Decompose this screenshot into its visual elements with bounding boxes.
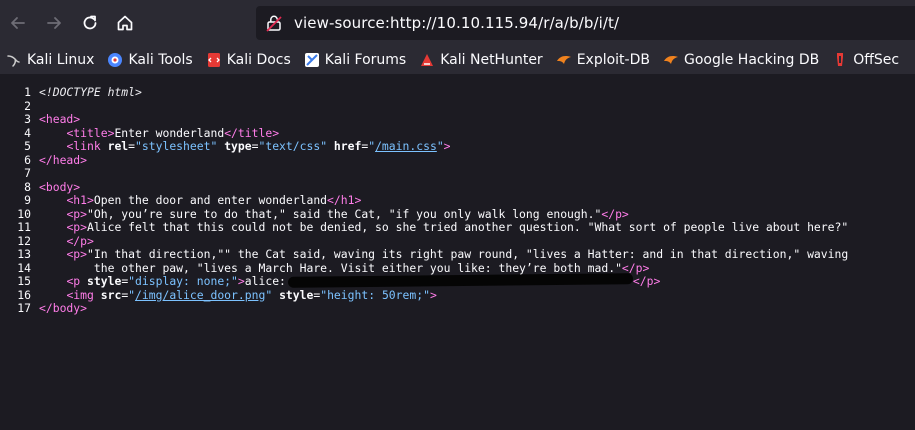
bookmark-kali-linux[interactable]: Kali Linux [6,52,94,68]
back-arrow-icon [11,17,25,29]
source-line: 10 <p>"Oh, you’re sure to do that," said… [17,206,629,221]
bookmark-kali-docs[interactable]: Kali Docs [206,52,291,68]
forward-button[interactable] [40,9,68,37]
bookmarks-toolbar: Kali Linux Kali Tools Kali Docs Kali For… [0,46,915,74]
kali-forums-icon [304,53,319,67]
image-link[interactable]: /img/alice_door.png [135,288,265,302]
kali-nethunter-icon [421,54,434,66]
source-line-wrap: 14 the other paw, "lives a March Hare. V… [17,260,650,275]
bookmark-kali-nethunter[interactable]: Kali NetHunter [419,52,543,68]
source-line: 1 <!DOCTYPE html> [24,85,142,99]
source-line: 2 [24,98,31,113]
source-line: 8 <body> [24,179,81,194]
home-button[interactable] [111,9,139,37]
ghdb-icon [663,56,678,64]
bookmark-kali-forums[interactable]: Kali Forums [304,52,406,68]
reload-icon [83,15,97,30]
bookmark-google-hacking-db[interactable]: Google Hacking DB [663,52,819,68]
source-line: 7 [24,166,31,180]
back-button[interactable] [4,9,32,37]
source-line: 5 <link rel="stylesheet" type="text/css"… [24,139,451,153]
kali-docs-icon [207,53,220,67]
bookmark-kali-tools[interactable]: Kali Tools [107,52,193,68]
source-line: 17 </body> [17,301,88,315]
forward-arrow-icon [47,17,61,29]
insecure-lock-icon [266,15,282,32]
source-line: 15 <p style="display: none;">alice: </p> [17,273,661,288]
source-line: 9 <h1>Open the door and enter wonderland… [24,193,362,207]
url-text: view-source:http://10.10.115.94/r/a/b/b/… [294,14,620,32]
source-line: 3 <head> [24,112,81,126]
source-line: 6 </head> [24,152,88,167]
bookmark-exploit-db[interactable]: Exploit-DB [556,52,650,68]
kali-tools-icon [108,53,123,67]
home-icon [117,15,133,31]
address-bar[interactable]: view-source:http://10.10.115.94/r/a/b/b/… [256,6,915,40]
reload-button[interactable] [76,9,104,37]
view-source-content: 1 <!DOCTYPE html> 2 3 <head> 4 <title>Ente… [0,85,915,316]
bookmark-offsec[interactable]: OffSec [832,52,899,68]
exploit-db-icon [556,56,571,64]
kali-dragon-icon [7,55,20,67]
source-line: 16 <img src="/img/alice_door.png" style=… [17,287,437,302]
source-line: 13 <p>"In that direction,"" the Cat said… [17,247,849,261]
source-line: 4 <title>Enter wonderland</title> [24,125,280,140]
source-line: 12 </p> [17,233,94,248]
stylesheet-link[interactable]: /main.css [375,139,437,153]
browser-toolbar: view-source:http://10.10.115.94/r/a/b/b/… [0,0,915,46]
redaction-bar [287,273,633,288]
offsec-icon [837,53,844,66]
source-line: 11 <p>Alice felt that this could not be … [17,220,849,234]
